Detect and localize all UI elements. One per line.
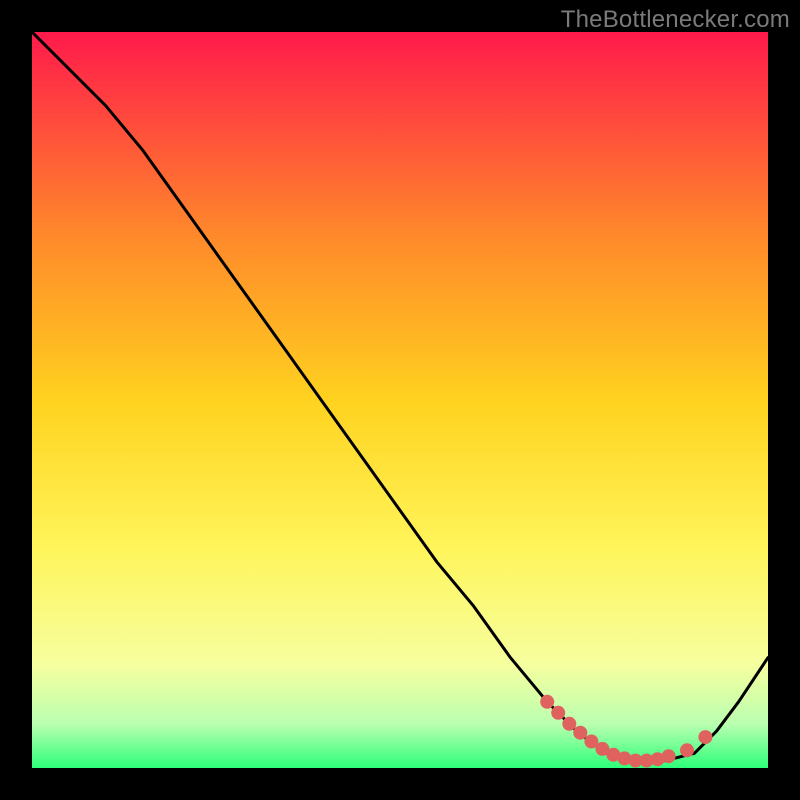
marker-dot — [540, 695, 554, 709]
bottleneck-chart — [32, 32, 768, 768]
marker-dot — [698, 730, 712, 744]
marker-dot — [551, 706, 565, 720]
chart-frame: TheBottlenecker.com — [0, 0, 800, 800]
marker-dot — [680, 743, 694, 757]
marker-dot — [573, 726, 587, 740]
marker-dot — [662, 749, 676, 763]
attribution-label: TheBottlenecker.com — [561, 6, 790, 34]
marker-dot — [562, 717, 576, 731]
gradient-background — [32, 32, 768, 768]
